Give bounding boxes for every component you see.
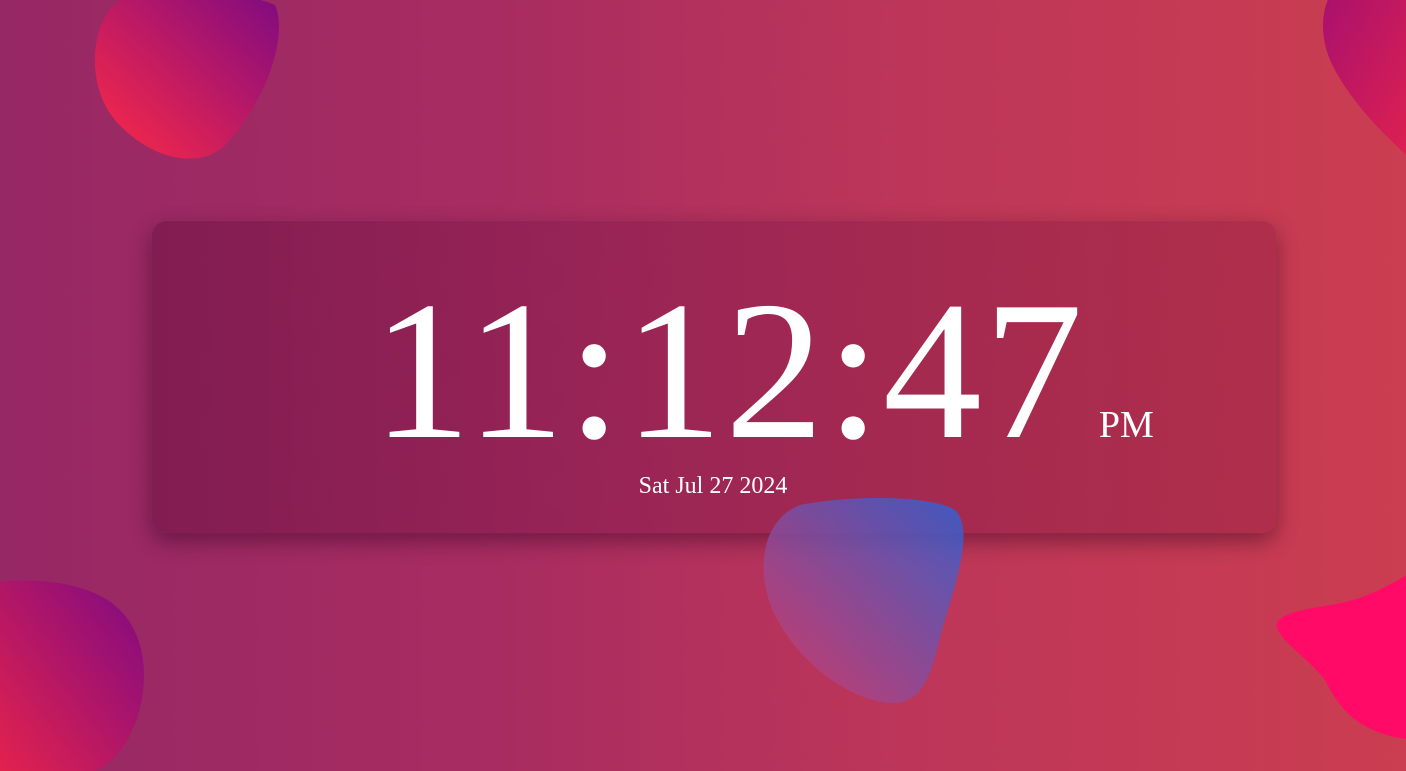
decorative-blob-top-right — [1323, 0, 1406, 155]
time-display: 11:12:47 PM — [0, 272, 1406, 470]
decorative-blob-center — [763, 498, 964, 704]
decorative-blob-top-left — [94, 0, 279, 159]
decorative-blob-bottom-left — [0, 580, 144, 771]
date-display: Sat Jul 27 2024 — [638, 473, 788, 499]
am-pm-indicator: PM — [1098, 404, 1154, 446]
decorative-blob-bottom-right — [1276, 575, 1406, 739]
time-digits: 11:12:47 — [372, 261, 1085, 480]
